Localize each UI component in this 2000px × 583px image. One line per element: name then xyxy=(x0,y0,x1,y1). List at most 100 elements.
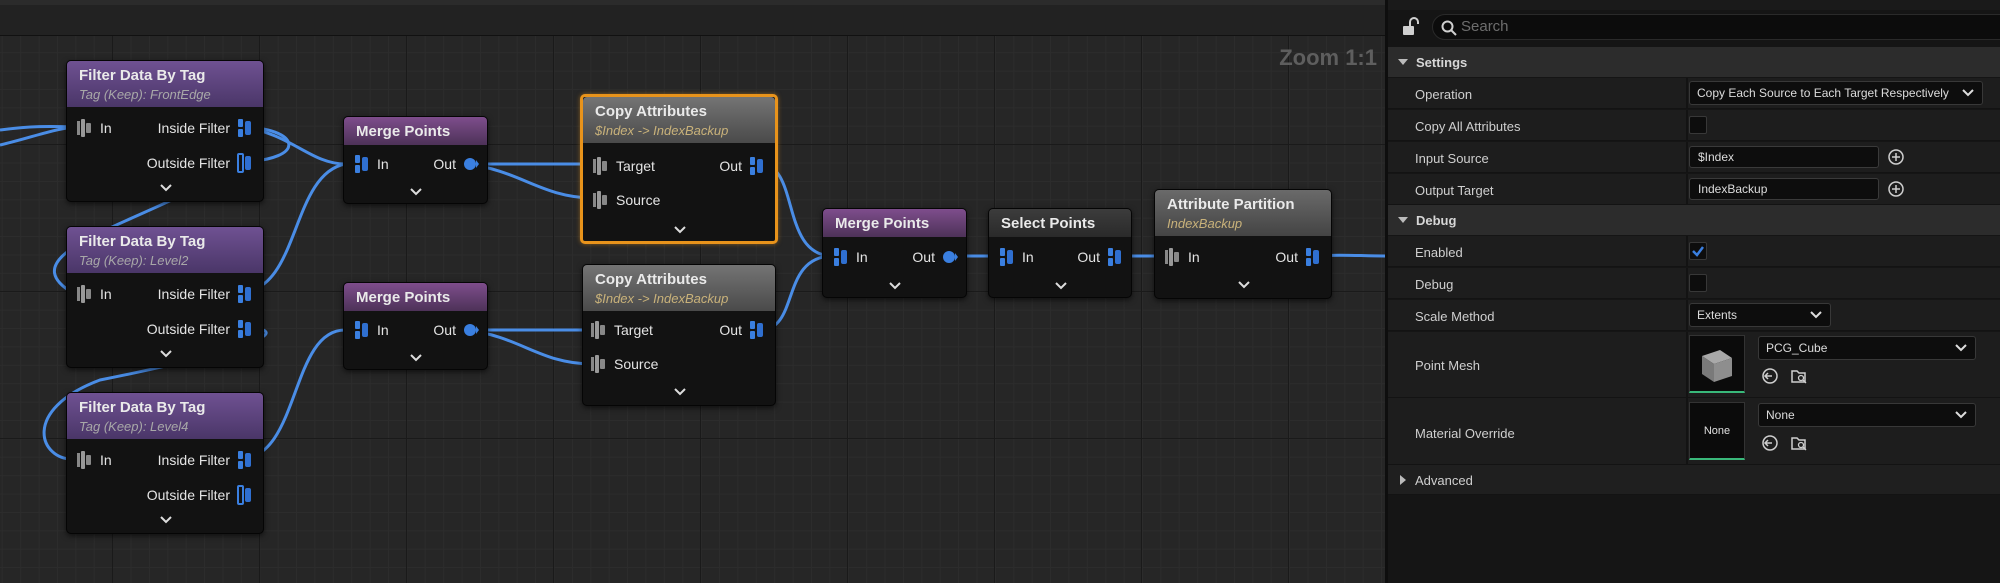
operation-dropdown[interactable]: Copy Each Source to Each Target Respecti… xyxy=(1689,81,1983,105)
merge-points-node[interactable]: Merge Points In Out xyxy=(343,116,488,204)
input-pin-in[interactable]: In xyxy=(354,320,396,340)
input-pin-in[interactable]: In xyxy=(354,154,396,174)
expand-chevron-icon[interactable] xyxy=(670,223,690,237)
expand-chevron-icon[interactable] xyxy=(156,181,176,195)
property-label: Enabled xyxy=(1415,245,1463,260)
output-pin-out[interactable]: Out xyxy=(426,154,479,174)
collapse-arrow-icon xyxy=(1398,217,1408,223)
mesh-thumbnail[interactable] xyxy=(1689,335,1745,393)
enabled-checkbox[interactable] xyxy=(1689,242,1707,260)
expand-chevron-icon[interactable] xyxy=(1051,279,1071,293)
point-data-pin-icon xyxy=(238,285,251,303)
output-pin-inside-filter[interactable]: Inside Filter xyxy=(151,284,253,304)
node-header: Filter Data By Tag Tag (Keep): Level2 xyxy=(67,227,263,273)
debug-checkbox[interactable] xyxy=(1689,274,1707,292)
input-pin-in[interactable]: In xyxy=(833,247,875,267)
property-row-input-source: Input Source $Index xyxy=(1388,142,2000,173)
output-target-field[interactable]: IndexBackup xyxy=(1689,178,1879,200)
output-pin-out[interactable]: Out xyxy=(1268,247,1321,267)
output-pin-out[interactable]: Out xyxy=(1070,247,1123,267)
node-header: Merge Points xyxy=(823,209,966,237)
lock-icon[interactable] xyxy=(1400,17,1420,37)
node-title: Copy Attributes xyxy=(595,103,707,120)
node-title: Filter Data By Tag xyxy=(79,233,206,250)
input-pin-target[interactable]: Target xyxy=(593,156,662,176)
expand-chevron-icon[interactable] xyxy=(156,347,176,361)
output-pin-outside-filter[interactable]: Outside Filter xyxy=(140,485,253,505)
input-source-field[interactable]: $Index xyxy=(1689,146,1879,168)
output-pin-outside-filter[interactable]: Outside Filter xyxy=(140,153,253,173)
browse-asset-icon[interactable] xyxy=(1790,367,1808,385)
graph-canvas[interactable]: Zoom 1:1 Filter Data By Tag Tag (Keep): xyxy=(0,0,1385,583)
node-header: Merge Points xyxy=(344,283,487,311)
expand-chevron-icon[interactable] xyxy=(1234,278,1254,292)
details-panel: Settings Operation Copy Each Source to E… xyxy=(1385,0,2000,583)
point-data-pin-icon xyxy=(591,321,605,339)
output-pin-out[interactable]: Out xyxy=(905,247,958,267)
node-header: Attribute Partition IndexBackup xyxy=(1155,190,1331,236)
scale-method-dropdown[interactable]: Extents xyxy=(1689,303,1831,327)
input-pin-source[interactable]: Source xyxy=(591,354,665,374)
use-selected-asset-icon[interactable] xyxy=(1761,367,1779,385)
node-subtitle: IndexBackup xyxy=(1167,216,1243,231)
input-pin-in[interactable]: In xyxy=(999,247,1041,267)
node-subtitle: Tag (Keep): FrontEdge xyxy=(79,87,211,102)
search-input[interactable] xyxy=(1461,18,1961,35)
output-pin-out[interactable]: Out xyxy=(426,320,479,340)
node-header: Merge Points xyxy=(344,117,487,145)
property-row-output-target: Output Target IndexBackup xyxy=(1388,174,2000,205)
point-data-pin-icon xyxy=(593,191,607,209)
use-selected-asset-icon[interactable] xyxy=(1761,434,1779,452)
merge-points-node[interactable]: Merge Points In Out xyxy=(343,282,488,370)
input-pin-source[interactable]: Source xyxy=(593,190,667,210)
output-pin-inside-filter[interactable]: Inside Filter xyxy=(151,118,253,138)
point-mesh-dropdown[interactable]: PCG_Cube xyxy=(1758,336,1976,360)
material-override-dropdown[interactable]: None xyxy=(1758,403,1976,427)
merge-points-node[interactable]: Merge Points In Out xyxy=(822,208,967,298)
add-circle-icon[interactable] xyxy=(1888,181,1904,197)
output-pin-outside-filter[interactable]: Outside Filter xyxy=(140,319,253,339)
filter-data-by-tag-node[interactable]: Filter Data By Tag Tag (Keep): Level2 In… xyxy=(66,226,264,368)
search-box[interactable] xyxy=(1432,14,2000,40)
input-pin-in[interactable]: In xyxy=(77,284,119,304)
chevron-down-icon xyxy=(1955,344,1967,352)
copy-attributes-node[interactable]: Copy Attributes $Index -> IndexBackup Ta… xyxy=(582,264,776,406)
expand-chevron-icon[interactable] xyxy=(670,385,690,399)
input-pin-in[interactable]: In xyxy=(1165,247,1207,267)
point-data-pin-icon xyxy=(750,321,763,339)
expand-arrow-icon xyxy=(1400,475,1406,485)
node-title: Merge Points xyxy=(356,123,451,140)
details-header-strip xyxy=(1388,0,2000,10)
expand-chevron-icon[interactable] xyxy=(406,351,426,365)
point-data-pin-icon xyxy=(237,485,251,505)
section-header-settings[interactable]: Settings xyxy=(1388,47,2000,77)
node-title: Merge Points xyxy=(835,215,930,232)
copy-all-attributes-checkbox[interactable] xyxy=(1689,116,1707,134)
input-pin-in[interactable]: In xyxy=(77,450,119,470)
select-points-node[interactable]: Select Points In Out xyxy=(988,208,1132,298)
point-data-pin-icon xyxy=(750,157,763,175)
expand-chevron-icon[interactable] xyxy=(885,279,905,293)
input-pin-target[interactable]: Target xyxy=(591,320,660,340)
expand-chevron-icon[interactable] xyxy=(156,513,176,527)
node-title: Filter Data By Tag xyxy=(79,399,206,416)
section-header-debug[interactable]: Debug xyxy=(1388,205,2000,235)
copy-attributes-node[interactable]: Copy Attributes $Index -> IndexBackup Ta… xyxy=(580,94,778,244)
checkmark-icon xyxy=(1692,246,1704,257)
filter-data-by-tag-node[interactable]: Filter Data By Tag Tag (Keep): Level4 In… xyxy=(66,392,264,534)
input-pin-in[interactable]: In xyxy=(77,118,119,138)
section-header-advanced[interactable]: Advanced xyxy=(1388,465,2000,495)
node-title: Merge Points xyxy=(356,289,451,306)
material-thumbnail[interactable]: None xyxy=(1689,402,1745,460)
expand-chevron-icon[interactable] xyxy=(406,185,426,199)
output-pin-out[interactable]: Out xyxy=(712,320,765,340)
output-pin-inside-filter[interactable]: Inside Filter xyxy=(151,450,253,470)
add-circle-icon[interactable] xyxy=(1888,149,1904,165)
output-pin-out[interactable]: Out xyxy=(712,156,765,176)
property-label: Copy All Attributes xyxy=(1415,119,1521,134)
point-data-pin-icon xyxy=(1000,248,1013,266)
attribute-partition-node[interactable]: Attribute Partition IndexBackup In Out xyxy=(1154,189,1332,299)
filter-data-by-tag-node[interactable]: Filter Data By Tag Tag (Keep): FrontEdge… xyxy=(66,60,264,202)
node-header: Filter Data By Tag Tag (Keep): FrontEdge xyxy=(67,61,263,107)
browse-asset-icon[interactable] xyxy=(1790,434,1808,452)
